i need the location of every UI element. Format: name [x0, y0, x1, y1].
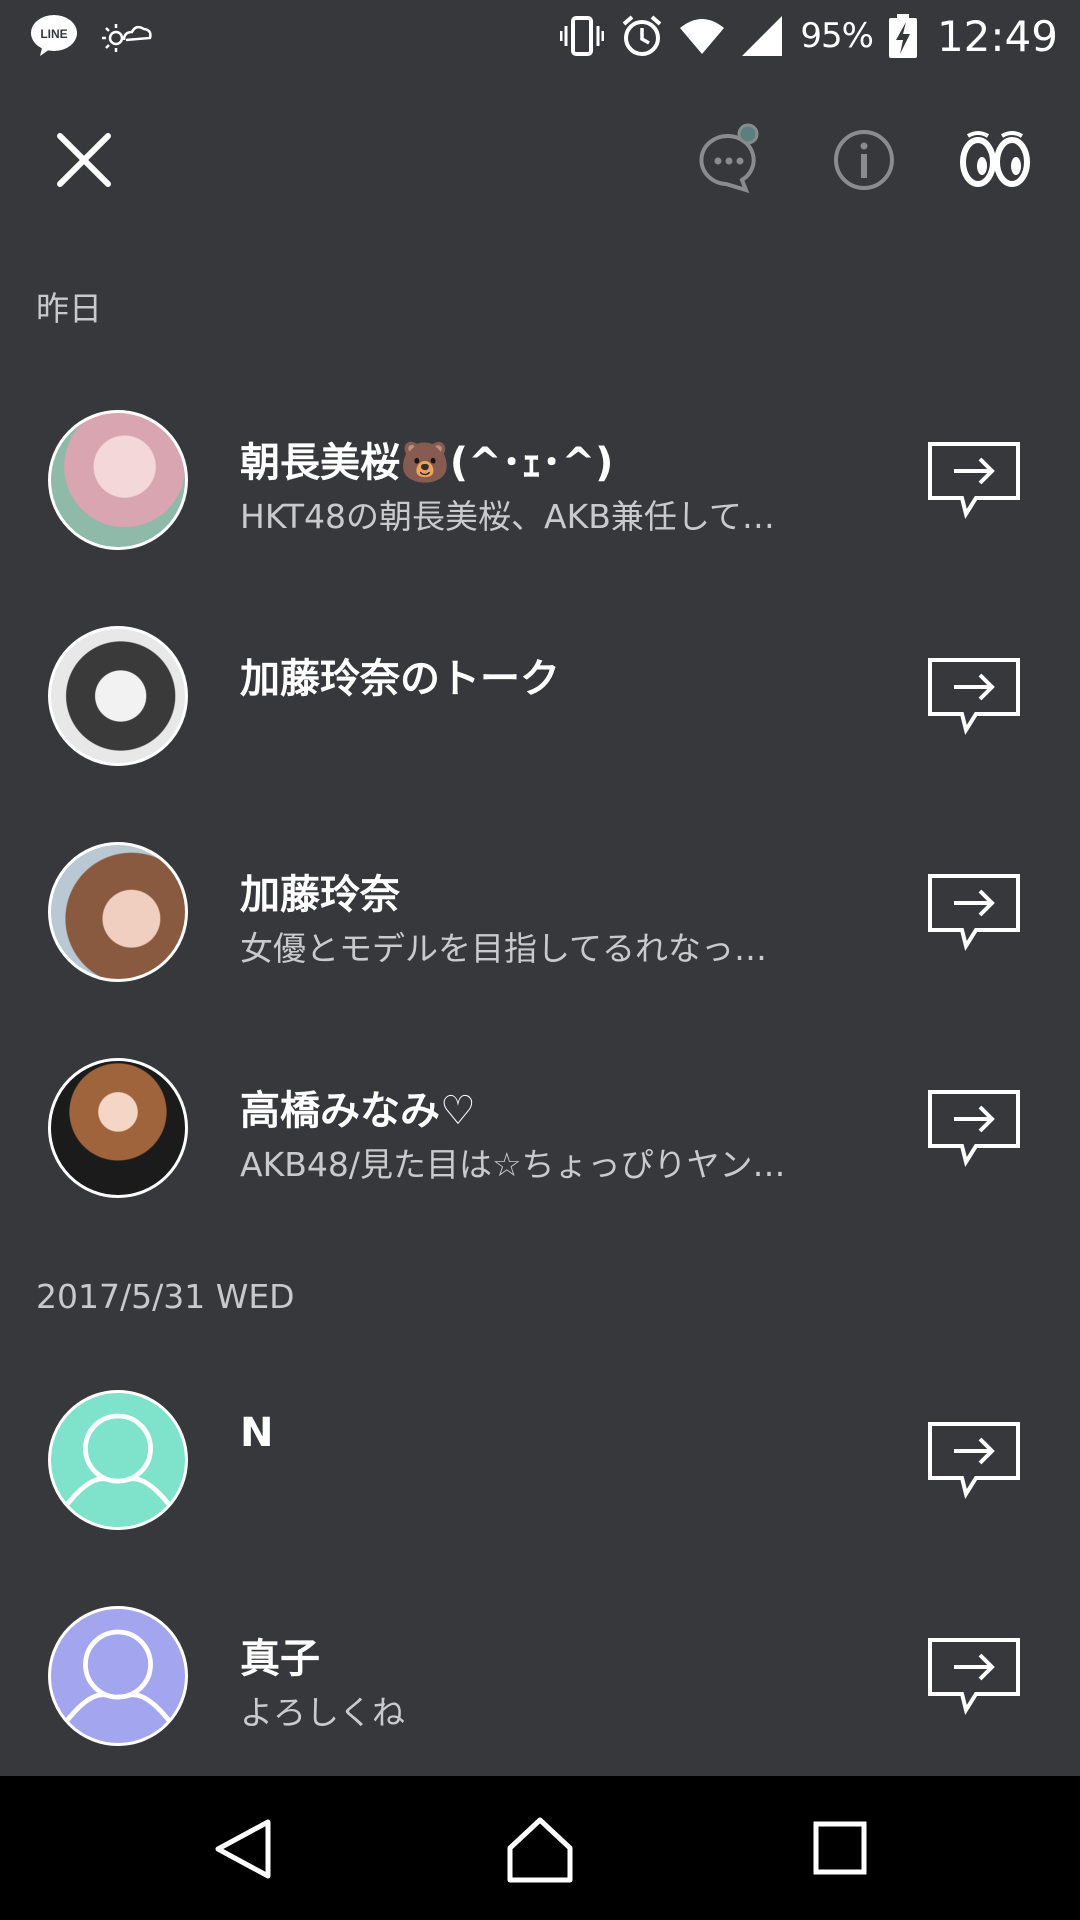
status-right: 95% 12:49	[560, 8, 1058, 64]
contact-name: 朝長美桜🐻(^･ｪ･^)	[240, 440, 614, 486]
avatar	[48, 410, 188, 550]
contact-name: 真子	[240, 1636, 320, 1682]
chat-bubble-icon[interactable]	[692, 122, 766, 196]
recent-apps-icon[interactable]	[812, 1820, 868, 1876]
default-avatar-icon	[48, 1390, 188, 1530]
list-item[interactable]: 高橋みなみ♡ AKB48/見た目は☆ちょっぴりヤン…	[0, 1020, 1080, 1220]
system-nav-bar	[0, 1776, 1080, 1920]
share-icon[interactable]	[926, 1634, 1022, 1716]
line-app-icon: LINE	[31, 15, 77, 56]
battery-percent: 95%	[800, 16, 874, 56]
home-icon[interactable]	[504, 1812, 576, 1884]
eyes-icon[interactable]	[958, 126, 1032, 194]
weather-icon	[102, 24, 152, 52]
list-item[interactable]: 朝長美桜🐻(^･ｪ･^) HKT48の朝長美桜、AKB兼任して…	[0, 372, 1080, 572]
share-icon[interactable]	[926, 1418, 1022, 1500]
avatar	[48, 626, 188, 766]
contact-name: 加藤玲奈	[240, 872, 400, 918]
wifi-icon	[680, 19, 725, 54]
section-date-label: 2017/5/31 WED	[36, 1277, 295, 1316]
share-icon[interactable]	[926, 1086, 1022, 1168]
default-avatar-icon	[48, 1606, 188, 1746]
contact-name: 高橋みなみ♡	[240, 1088, 476, 1134]
share-icon[interactable]	[926, 438, 1022, 520]
contact-name: 加藤玲奈のトーク	[240, 656, 560, 702]
avatar	[48, 1058, 188, 1198]
alarm-icon	[623, 15, 662, 56]
clock: 12:49	[936, 11, 1058, 61]
section-date-label: 昨日	[36, 289, 102, 328]
list-item[interactable]: 真子 よろしくね	[0, 1568, 1080, 1768]
info-icon[interactable]	[830, 126, 898, 194]
close-icon[interactable]	[52, 128, 116, 192]
header-toolbar	[0, 100, 1080, 215]
signal-icon	[742, 16, 783, 56]
avatar	[48, 842, 188, 982]
list-item[interactable]: 加藤玲奈 女優とモデルを目指してるれなっ…	[0, 804, 1080, 1004]
status-bar: LINE 95% 12:49	[0, 0, 1080, 70]
back-icon[interactable]	[210, 1816, 276, 1882]
contact-status-message: AKB48/見た目は☆ちょっぴりヤン…	[240, 1145, 786, 1184]
battery-charging-icon	[888, 14, 917, 58]
share-icon[interactable]	[926, 870, 1022, 952]
contact-status-message: よろしくね	[240, 1693, 405, 1732]
vibrate-icon	[560, 16, 605, 56]
contact-status-message: HKT48の朝長美桜、AKB兼任して…	[240, 497, 775, 536]
list-item[interactable]: N	[0, 1352, 1080, 1552]
list-item[interactable]: 加藤玲奈のトーク	[0, 588, 1080, 788]
share-icon[interactable]	[926, 654, 1022, 736]
contact-name: N	[240, 1410, 274, 1456]
svg-text:LINE: LINE	[40, 27, 67, 41]
contact-status-message: 女優とモデルを目指してるれなっ…	[240, 929, 768, 968]
